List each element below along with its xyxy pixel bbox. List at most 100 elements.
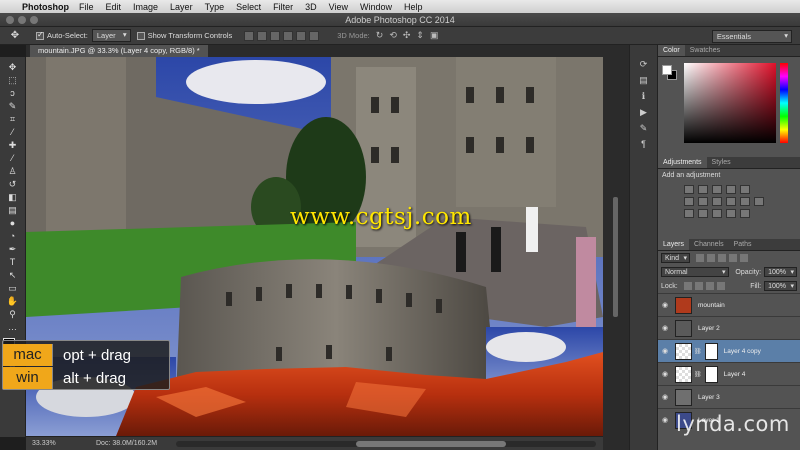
channel-mixer-icon[interactable] xyxy=(740,197,750,206)
pen-tool-icon[interactable]: ✒ xyxy=(6,244,20,255)
workspace-dropdown[interactable]: Essentials xyxy=(711,30,792,43)
crop-tool-icon[interactable]: ⌗ xyxy=(6,114,20,125)
layer-row-layer-2[interactable]: ◉ Layer 2 xyxy=(658,316,800,339)
blend-mode-dropdown[interactable]: Normal xyxy=(661,267,729,277)
hand-tool-icon[interactable]: ✋ xyxy=(6,296,20,307)
invert-icon[interactable] xyxy=(684,209,694,218)
black-white-icon[interactable] xyxy=(712,197,722,206)
slide-3d-icon[interactable]: ⇕ xyxy=(416,30,424,41)
tab-channels[interactable]: Channels xyxy=(689,239,729,250)
levels-icon[interactable] xyxy=(698,185,708,194)
horizontal-scroll-thumb[interactable] xyxy=(356,441,506,447)
menu-view[interactable]: View xyxy=(329,2,348,12)
zoom-window-button[interactable] xyxy=(30,16,38,24)
minimize-window-button[interactable] xyxy=(18,16,26,24)
move-tool-preset-icon[interactable]: ✥ xyxy=(0,30,30,41)
filter-shape-icon[interactable] xyxy=(729,254,738,262)
menu-select[interactable]: Select xyxy=(236,2,261,12)
fill-input[interactable]: 100% xyxy=(764,281,797,291)
visibility-eye-icon[interactable]: ◉ xyxy=(658,324,672,332)
tab-styles[interactable]: Styles xyxy=(707,157,736,168)
layer-mask-thumbnail[interactable] xyxy=(704,365,718,383)
blur-tool-icon[interactable]: ● xyxy=(6,218,20,229)
lock-image-icon[interactable] xyxy=(694,282,703,290)
vibrance-icon[interactable] xyxy=(740,185,750,194)
layer-row-layer-4-copy[interactable]: ◉ ⛓ Layer 4 copy xyxy=(658,339,800,362)
gradient-tool-icon[interactable]: ▤ xyxy=(6,205,20,216)
menu-app-name[interactable]: Photoshop xyxy=(22,2,69,12)
layer-mask-thumbnail[interactable] xyxy=(704,342,718,360)
eyedropper-tool-icon[interactable]: ⁄ xyxy=(6,127,20,138)
horizontal-scrollbar[interactable] xyxy=(176,441,596,447)
type-tool-icon[interactable]: T xyxy=(6,257,20,268)
zoom-level[interactable]: 33.33% xyxy=(26,440,66,447)
align-bottom-icon[interactable] xyxy=(270,30,281,41)
layer-row-layer-4[interactable]: ◉ ⛓ Layer 4 xyxy=(658,362,800,385)
menu-edit[interactable]: Edit xyxy=(106,2,122,12)
document-size[interactable]: Doc: 38.0M/160.2M xyxy=(96,440,157,447)
auto-select-dropdown[interactable]: Layer xyxy=(91,29,131,42)
filter-type-icon[interactable] xyxy=(718,254,727,262)
lock-all-icon[interactable] xyxy=(716,282,725,290)
filter-pixel-icon[interactable] xyxy=(696,254,705,262)
threshold-icon[interactable] xyxy=(712,209,722,218)
align-center-icon[interactable] xyxy=(296,30,307,41)
menu-help[interactable]: Help xyxy=(404,2,423,12)
align-top-icon[interactable] xyxy=(244,30,255,41)
visibility-eye-icon[interactable]: ◉ xyxy=(658,347,672,355)
menu-file[interactable]: File xyxy=(79,2,94,12)
menu-image[interactable]: Image xyxy=(133,2,158,12)
dodge-tool-icon[interactable]: ◔ xyxy=(6,231,20,242)
layer-row-mountain[interactable]: ◉ mountain xyxy=(658,293,800,316)
align-right-icon[interactable] xyxy=(309,30,320,41)
shape-tool-icon[interactable]: ▭ xyxy=(6,283,20,294)
posterize-icon[interactable] xyxy=(698,209,708,218)
align-left-icon[interactable] xyxy=(283,30,294,41)
history-brush-tool-icon[interactable]: ↺ xyxy=(6,179,20,190)
kind-filter-dropdown[interactable]: Kind xyxy=(661,253,691,263)
visibility-eye-icon[interactable]: ◉ xyxy=(658,370,672,378)
visibility-eye-icon[interactable]: ◉ xyxy=(658,416,672,424)
gradient-map-icon[interactable] xyxy=(740,209,750,218)
tab-adjustments[interactable]: Adjustments xyxy=(658,157,707,168)
align-middle-icon[interactable] xyxy=(257,30,268,41)
tab-swatches[interactable]: Swatches xyxy=(685,45,725,56)
brush-panel-icon[interactable]: ✎ xyxy=(637,123,651,135)
photo-filter-icon[interactable] xyxy=(726,197,736,206)
menu-filter[interactable]: Filter xyxy=(273,2,293,12)
lasso-tool-icon[interactable]: ↄ xyxy=(6,88,20,99)
more-tools-icon[interactable]: … xyxy=(6,322,20,333)
menu-layer[interactable]: Layer xyxy=(170,2,193,12)
hue-slider[interactable] xyxy=(780,63,788,143)
info-panel-icon[interactable]: ℹ xyxy=(637,91,651,103)
actions-panel-icon[interactable]: ▶ xyxy=(637,107,651,119)
color-balance-icon[interactable] xyxy=(698,197,708,206)
menu-3d[interactable]: 3D xyxy=(305,2,317,12)
vertical-scrollbar[interactable] xyxy=(603,57,629,450)
path-select-tool-icon[interactable]: ↖ xyxy=(6,270,20,281)
brush-tool-icon[interactable]: ⁄ xyxy=(6,153,20,164)
visibility-eye-icon[interactable]: ◉ xyxy=(658,393,672,401)
lock-transparent-icon[interactable] xyxy=(683,282,692,290)
tab-paths[interactable]: Paths xyxy=(729,239,757,250)
mask-link-icon[interactable]: ⛓ xyxy=(694,371,702,378)
tab-color[interactable]: Color xyxy=(658,45,685,56)
close-window-button[interactable] xyxy=(6,16,14,24)
eraser-tool-icon[interactable]: ◧ xyxy=(6,192,20,203)
properties-panel-icon[interactable]: ▤ xyxy=(637,75,651,87)
selective-color-icon[interactable] xyxy=(726,209,736,218)
menu-type[interactable]: Type xyxy=(205,2,225,12)
color-lookup-icon[interactable] xyxy=(754,197,764,206)
exposure-icon[interactable] xyxy=(726,185,736,194)
scale-3d-icon[interactable]: ▣ xyxy=(430,30,439,41)
vertical-scroll-thumb[interactable] xyxy=(613,197,618,317)
rotate-3d-icon[interactable]: ↻ xyxy=(376,30,384,41)
panel-foreground-color[interactable] xyxy=(662,65,672,75)
show-transform-checkbox[interactable] xyxy=(136,31,145,40)
auto-select-checkbox[interactable] xyxy=(36,30,44,40)
paragraph-panel-icon[interactable]: ¶ xyxy=(637,139,651,151)
layer-row-layer-3[interactable]: ◉ Layer 3 xyxy=(658,385,800,408)
color-picker-field[interactable] xyxy=(684,63,776,143)
tab-layers[interactable]: Layers xyxy=(658,239,690,250)
mask-link-icon[interactable]: ⛓ xyxy=(694,348,702,355)
